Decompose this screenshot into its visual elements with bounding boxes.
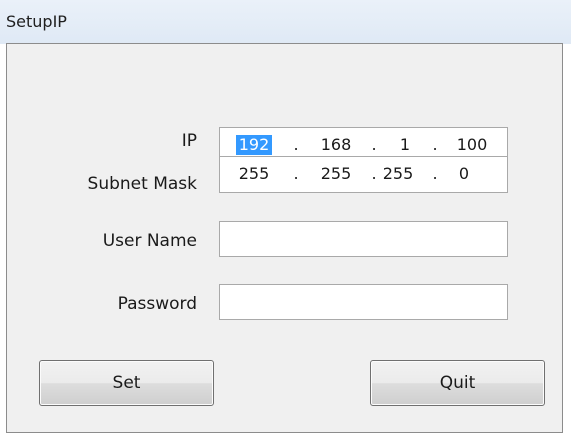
subnet-mask-field[interactable]: 255 . 255 . 255 . 0 [219, 156, 508, 193]
subnet-octet-1[interactable]: 255 [236, 164, 272, 184]
password-input[interactable] [219, 284, 508, 320]
ip-octet-4[interactable]: 100 [454, 135, 490, 155]
set-button[interactable]: Set [39, 360, 214, 406]
password-label: Password [117, 294, 197, 314]
title-bar[interactable]: SetupIP [0, 0, 571, 44]
quit-button[interactable]: Quit [370, 360, 545, 406]
subnet-dot-1: . [293, 164, 299, 183]
subnet-octet-3[interactable]: 255 [380, 164, 416, 184]
subnet-dot-2: . [371, 164, 377, 183]
user-name-input[interactable] [219, 221, 508, 257]
subnet-dot-3: . [432, 164, 438, 183]
subnet-octet-2[interactable]: 255 [318, 164, 354, 184]
ip-label: IP [181, 131, 197, 151]
ip-octet-2[interactable]: 168 [318, 135, 354, 155]
ip-dot-1: . [293, 135, 299, 154]
setup-ip-dialog: IP 192 . 168 . 1 . 100 Subnet Mask 255 .… [6, 43, 563, 433]
ip-octet-1[interactable]: 192 [236, 135, 272, 155]
window-title: SetupIP [6, 12, 67, 31]
ip-dot-3: . [432, 135, 438, 154]
subnet-octet-4[interactable]: 0 [446, 164, 482, 184]
ip-octet-3[interactable]: 1 [387, 135, 423, 155]
user-name-label: User Name [102, 231, 197, 251]
subnet-mask-label: Subnet Mask [87, 174, 197, 194]
ip-dot-2: . [371, 135, 377, 154]
